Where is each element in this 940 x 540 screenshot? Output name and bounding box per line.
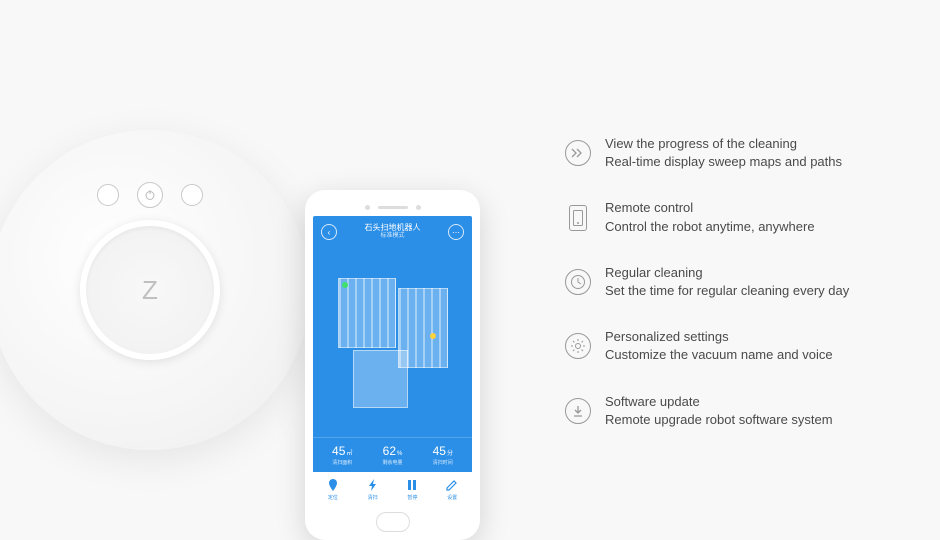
feature-subtitle: Control the robot anytime, anywhere: [605, 218, 815, 236]
screen-map: [313, 248, 472, 437]
feature-title: Software update: [605, 393, 833, 411]
feature-personalize: Personalized settings Customize the vacu…: [565, 328, 925, 364]
stat-time: 45分 清扫时间: [433, 444, 453, 466]
bolt-icon: [366, 478, 380, 492]
robot-dot-icon: [342, 282, 348, 288]
nav-clean[interactable]: 清扫: [366, 478, 380, 501]
nav-settings[interactable]: 设置: [445, 478, 459, 501]
robot-center: Z: [80, 220, 220, 360]
robot-btn-home: [97, 184, 119, 206]
screen-stats: 45㎡ 清扫面积 62% 剩余电量 45分 清扫时间: [313, 437, 472, 472]
screen-title: 石头扫地机器人 标准模式: [365, 223, 421, 241]
robot-btn-power: [137, 182, 163, 208]
dock-dot-icon: [430, 333, 436, 339]
feature-progress: View the progress of the cleaning Real-t…: [565, 135, 925, 171]
phone-home-button: [376, 512, 410, 532]
stat-area: 45㎡ 清扫面积: [332, 444, 352, 466]
phone-mockup: ‹ 石头扫地机器人 标准模式 ⋯ 45㎡ 清扫面积 62% 剩余: [305, 190, 480, 540]
pin-icon: [326, 478, 340, 492]
phone-top-bezel: [313, 198, 472, 216]
feature-schedule: Regular cleaning Set the time for regula…: [565, 264, 925, 300]
back-icon[interactable]: ‹: [321, 224, 337, 240]
floor-map: [338, 278, 448, 408]
phone-icon: [569, 205, 587, 231]
robot-buttons: [97, 182, 203, 208]
feature-remote: Remote control Control the robot anytime…: [565, 199, 925, 235]
nav-pause[interactable]: 暂停: [405, 478, 419, 501]
feature-title: Personalized settings: [605, 328, 833, 346]
more-icon[interactable]: ⋯: [448, 224, 464, 240]
clock-icon: [565, 269, 591, 295]
feature-title: View the progress of the cleaning: [605, 135, 842, 153]
feature-title: Regular cleaning: [605, 264, 849, 282]
phone-screen: ‹ 石头扫地机器人 标准模式 ⋯ 45㎡ 清扫面积 62% 剩余: [313, 216, 472, 506]
feature-subtitle: Customize the vacuum name and voice: [605, 346, 833, 364]
nav-locate[interactable]: 定位: [326, 478, 340, 501]
robot-vacuum: Z: [0, 130, 310, 450]
edit-icon: [445, 478, 459, 492]
pause-icon: [405, 478, 419, 492]
screen-header: ‹ 石头扫地机器人 标准模式 ⋯: [313, 216, 472, 248]
robot-btn-spot: [181, 184, 203, 206]
feature-subtitle: Set the time for regular cleaning every …: [605, 282, 849, 300]
feature-update: Software update Remote upgrade robot sof…: [565, 393, 925, 429]
progress-icon: [565, 140, 591, 166]
screen-nav: 定位 清扫 暂停 设置: [313, 472, 472, 506]
feature-subtitle: Remote upgrade robot software system: [605, 411, 833, 429]
download-icon: [565, 398, 591, 424]
gear-icon: [565, 333, 591, 359]
features-list: View the progress of the cleaning Real-t…: [565, 135, 925, 429]
robot-logo: Z: [142, 275, 158, 306]
stat-battery: 62% 剩余电量: [382, 444, 402, 466]
feature-subtitle: Real-time display sweep maps and paths: [605, 153, 842, 171]
feature-title: Remote control: [605, 199, 815, 217]
